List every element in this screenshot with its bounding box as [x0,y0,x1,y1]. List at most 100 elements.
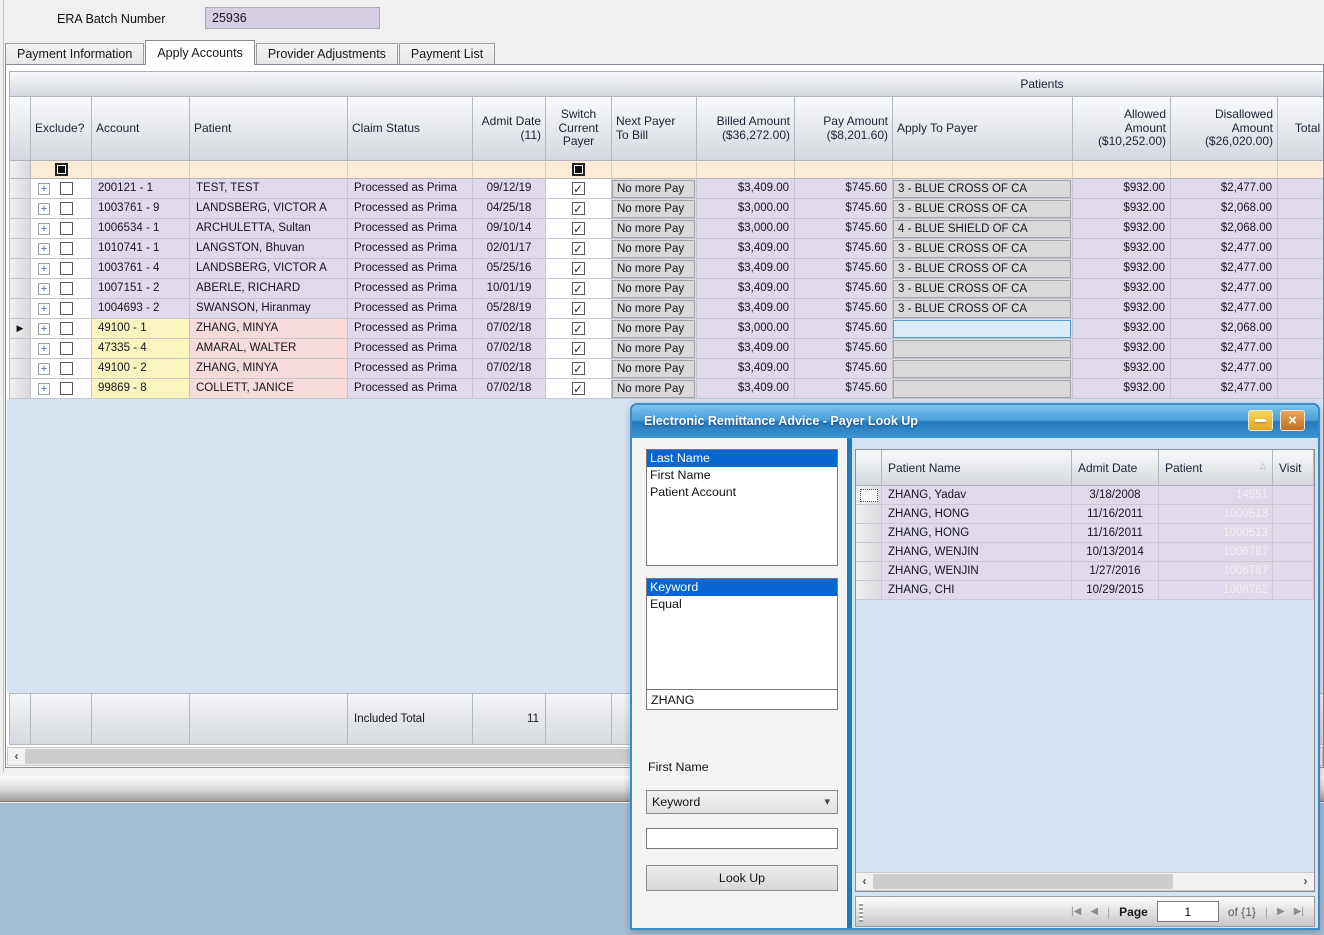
switch-payer-checkbox[interactable]: ✓ [572,362,585,375]
total-cell[interactable] [1278,219,1324,239]
total-cell[interactable] [1278,319,1324,339]
disallowed-amount-cell[interactable]: $2,477.00 [1171,259,1278,279]
switch-payer-checkbox[interactable]: ✓ [572,282,585,295]
expand-plus-icon[interactable]: + [38,223,50,235]
filter-disallowed[interactable] [1171,161,1278,179]
pay-amount-cell[interactable]: $745.60 [795,199,893,219]
total-cell[interactable] [1278,199,1324,219]
expand-plus-icon[interactable]: + [38,323,50,335]
result-admit-date[interactable]: 10/13/2014 [1072,543,1159,562]
total-cell[interactable] [1278,359,1324,379]
patient-cell[interactable]: ARCHULETTA, Sultan [190,219,348,239]
billed-amount-cell[interactable]: $3,409.00 [697,299,795,319]
disallowed-amount-cell[interactable]: $2,477.00 [1171,359,1278,379]
result-row-selector[interactable] [856,543,882,562]
result-row[interactable]: ZHANG, Yadav 3/18/2008 14551 [856,486,1314,505]
last-page-button[interactable]: ▶| [1294,906,1304,917]
header-switch-payer[interactable]: Switch Current Payer [546,97,612,161]
disallowed-amount-cell[interactable]: $2,477.00 [1171,279,1278,299]
billed-amount-cell[interactable]: $3,000.00 [697,319,795,339]
results-header-patient[interactable]: Patient △ [1159,450,1273,486]
expand-plus-icon[interactable]: + [38,363,50,375]
scroll-right-icon[interactable]: › [1297,873,1314,890]
expand-plus-icon[interactable]: + [38,283,50,295]
account-cell[interactable]: 1010741 - 1 [92,239,190,259]
allowed-amount-cell[interactable]: $932.00 [1073,259,1171,279]
allowed-amount-cell[interactable]: $932.00 [1073,299,1171,319]
header-exclude[interactable]: Exclude? [31,97,92,161]
admit-date-cell[interactable]: 02/01/17 [473,239,546,259]
row-selector[interactable]: ▶ [9,219,31,239]
results-header-admit-date[interactable]: Admit Date [1072,450,1159,486]
row-selector[interactable]: ▶ [9,279,31,299]
admit-date-cell[interactable]: 09/10/14 [473,219,546,239]
row-selector[interactable]: ▶ [9,199,31,219]
account-cell[interactable]: 200121 - 1 [92,179,190,199]
header-claim-status[interactable]: Claim Status [348,97,473,161]
next-payer-button[interactable]: No more Pay [612,200,695,218]
switch-all-checkbox[interactable] [572,163,585,176]
apply-to-payer-field[interactable]: 3 - BLUE CROSS OF CA [893,240,1071,258]
header-billed-amount[interactable]: Billed Amount ($36,272.00) [697,97,795,161]
patient-cell[interactable]: ZHANG, MINYA [190,359,348,379]
account-cell[interactable]: 49100 - 2 [92,359,190,379]
filter-apply[interactable] [893,161,1073,179]
apply-to-payer-field[interactable]: 3 - BLUE CROSS OF CA [893,280,1071,298]
claim-status-cell[interactable]: Processed as Prima [348,319,473,339]
scrollbar-thumb[interactable] [873,874,1173,889]
patient-cell[interactable]: LANDSBERG, VICTOR A [190,259,348,279]
next-payer-button[interactable]: No more Pay [612,320,695,338]
filter-next-payer[interactable] [612,161,697,179]
filter-pay[interactable] [795,161,893,179]
admit-date-cell[interactable]: 05/25/16 [473,259,546,279]
result-admit-date[interactable]: 3/18/2008 [1072,486,1159,505]
switch-payer-checkbox[interactable]: ✓ [572,202,585,215]
account-cell[interactable]: 1006534 - 1 [92,219,190,239]
next-payer-button[interactable]: No more Pay [612,380,695,398]
account-cell[interactable]: 1004693 - 2 [92,299,190,319]
admit-date-cell[interactable]: 09/12/19 [473,179,546,199]
allowed-amount-cell[interactable]: $932.00 [1073,279,1171,299]
pay-amount-cell[interactable]: $745.60 [795,259,893,279]
result-visit[interactable] [1273,486,1314,505]
match-type-option[interactable]: Equal [647,596,837,613]
result-patient-number[interactable]: 1008762 [1159,581,1273,600]
result-admit-date[interactable]: 11/16/2011 [1072,524,1159,543]
result-row-selector[interactable] [856,562,882,581]
first-name-match-dropdown[interactable]: Keyword ▾ [646,790,838,814]
exclude-checkbox[interactable] [60,202,73,215]
account-cell[interactable]: 1003761 - 4 [92,259,190,279]
patient-cell[interactable]: LANGSTON, Bhuvan [190,239,348,259]
exclude-checkbox[interactable] [60,382,73,395]
account-cell[interactable]: 99869 - 8 [92,379,190,399]
claim-status-cell[interactable]: Processed as Prima [348,339,473,359]
exclude-checkbox[interactable] [60,262,73,275]
header-next-payer[interactable]: Next Payer To Bill [612,97,697,161]
results-header-visit[interactable]: Visit [1273,450,1314,486]
expand-plus-icon[interactable]: + [38,183,50,195]
pager-grip[interactable] [859,902,863,922]
result-patient-number[interactable]: 14551 [1159,486,1273,505]
allowed-amount-cell[interactable]: $932.00 [1073,379,1171,399]
exclude-checkbox[interactable] [60,302,73,315]
switch-payer-checkbox[interactable]: ✓ [572,342,585,355]
apply-to-payer-field[interactable] [893,340,1071,358]
result-patient-number[interactable]: 1000513 [1159,524,1273,543]
total-cell[interactable] [1278,299,1324,319]
claim-status-cell[interactable]: Processed as Prima [348,259,473,279]
apply-to-payer-field[interactable]: 3 - BLUE CROSS OF CA [893,300,1071,318]
admit-date-cell[interactable]: 10/01/19 [473,279,546,299]
scroll-left-icon[interactable]: ‹ [8,748,25,765]
row-selector[interactable]: ▶ [9,339,31,359]
allowed-amount-cell[interactable]: $932.00 [1073,199,1171,219]
account-cell[interactable]: 1007151 - 2 [92,279,190,299]
next-payer-button[interactable]: No more Pay [612,180,695,198]
allowed-amount-cell[interactable]: $932.00 [1073,319,1171,339]
result-visit[interactable] [1273,505,1314,524]
first-name-input[interactable] [646,828,838,849]
result-admit-date[interactable]: 1/27/2016 [1072,562,1159,581]
claim-status-cell[interactable]: Processed as Prima [348,199,473,219]
results-horizontal-scrollbar[interactable]: ‹ › [856,872,1314,891]
patient-cell[interactable]: COLLETT, JANICE [190,379,348,399]
switch-payer-checkbox[interactable]: ✓ [572,182,585,195]
